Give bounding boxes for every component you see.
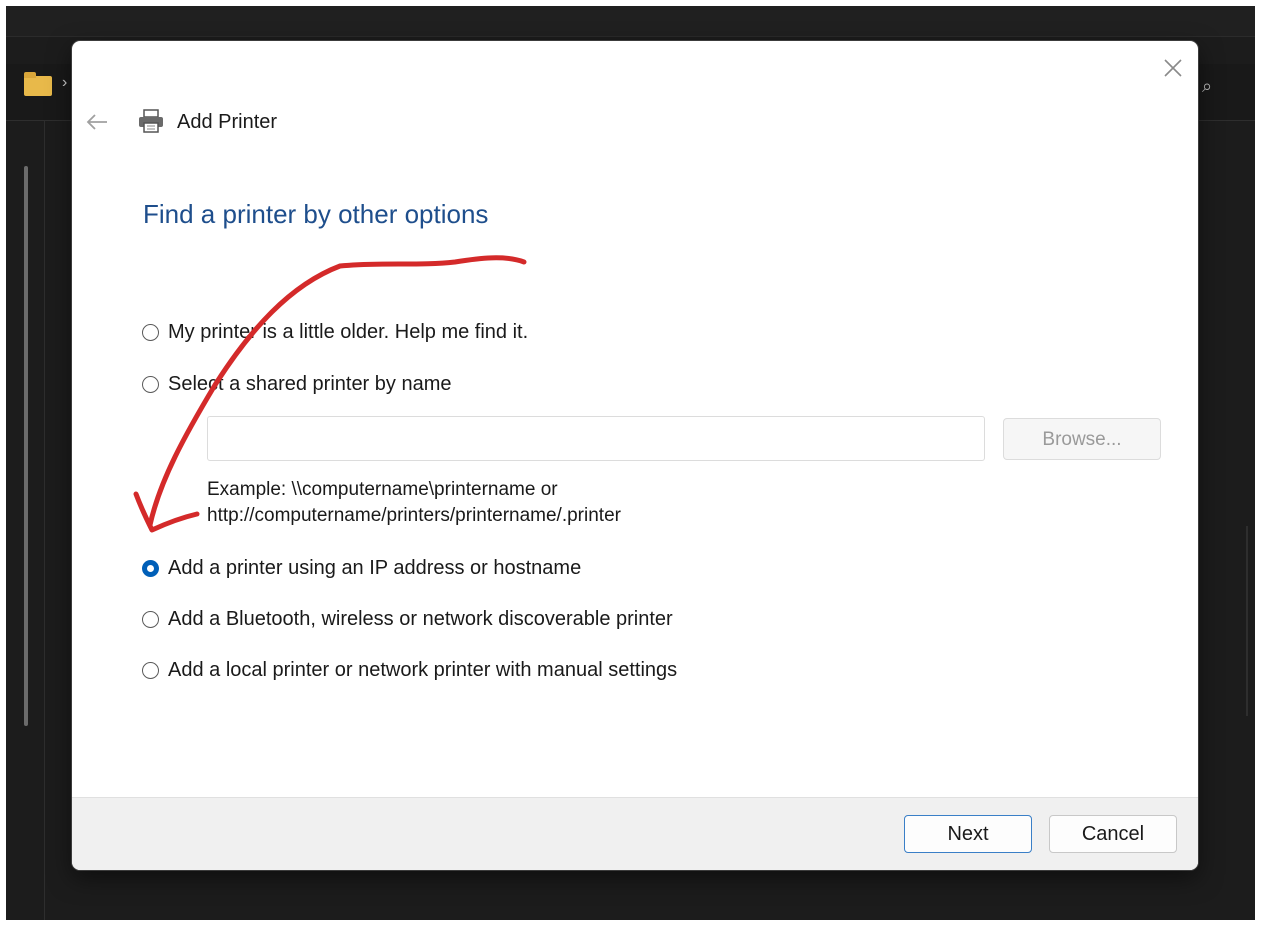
dialog-title: Add Printer: [177, 111, 278, 133]
radio-button[interactable]: [142, 610, 159, 628]
option-label: My printer is a little older. Help me fi…: [168, 320, 529, 343]
add-printer-dialog: Add Printer Find a printer by other opti…: [72, 41, 1198, 870]
cancel-button[interactable]: Cancel: [1049, 815, 1177, 853]
folder-icon: [24, 72, 52, 96]
radio-button[interactable]: [142, 323, 159, 341]
option-label: Add a printer using an IP address or hos…: [168, 556, 582, 579]
explorer-divider: [1246, 526, 1248, 716]
close-icon: [1164, 59, 1182, 77]
search-icon: ⌕: [1202, 76, 1213, 96]
option-label: Select a shared printer by name: [168, 372, 452, 395]
option-older-printer[interactable]: My printer is a little older. Help me fi…: [142, 319, 528, 345]
option-label: Add a local printer or network printer w…: [168, 658, 678, 681]
option-shared-printer[interactable]: Select a shared printer by name: [142, 371, 452, 397]
browse-button[interactable]: Browse...: [1003, 418, 1161, 460]
radio-button-selected[interactable]: [142, 559, 159, 577]
close-button[interactable]: [1158, 53, 1188, 83]
next-button[interactable]: Next: [904, 815, 1032, 853]
option-local-manual[interactable]: Add a local printer or network printer w…: [142, 657, 677, 683]
radio-button[interactable]: [142, 375, 159, 393]
option-ip-hostname[interactable]: Add a printer using an IP address or hos…: [142, 555, 581, 581]
nav-pane-scrollbar: [24, 166, 28, 726]
back-arrow-icon: [86, 114, 107, 130]
printer-icon: [139, 109, 163, 133]
page-heading: Find a printer by other options: [143, 199, 489, 229]
back-button[interactable]: [82, 107, 112, 137]
dialog-footer: Next Cancel: [72, 797, 1198, 870]
shared-printer-name-input[interactable]: [207, 416, 985, 461]
option-label: Add a Bluetooth, wireless or network dis…: [168, 607, 673, 630]
explorer-title-bar: [6, 6, 1255, 37]
radio-button[interactable]: [142, 661, 159, 679]
example-line-1: Example: \\computername\printername or: [207, 479, 558, 500]
chevron-right-icon: ›: [62, 74, 68, 91]
example-text: Example: \\computername\printername or h…: [207, 477, 621, 529]
example-line-2: http://computername/printers/printername…: [207, 505, 621, 526]
option-bluetooth-wireless[interactable]: Add a Bluetooth, wireless or network dis…: [142, 606, 673, 632]
